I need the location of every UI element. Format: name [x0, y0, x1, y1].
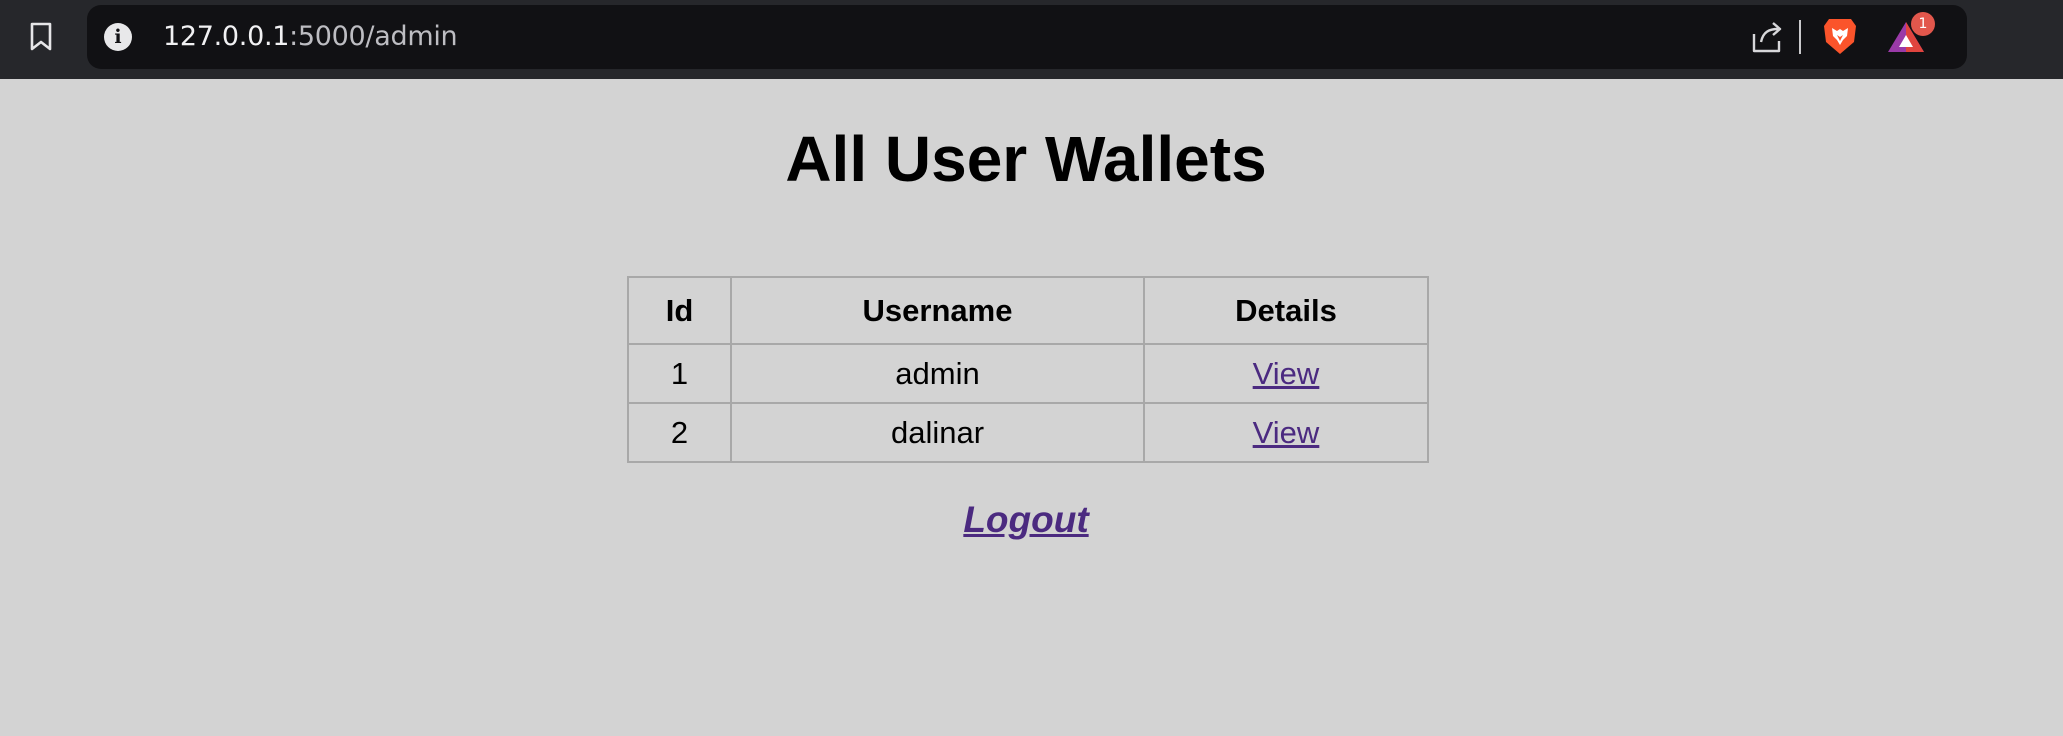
- table-header-row: Id Username Details: [627, 276, 1429, 345]
- header-id: Id: [627, 276, 732, 345]
- wallets-table: Id Username Details 1 admin View 2 dalin…: [627, 276, 1429, 463]
- logout-container: Logout: [0, 496, 2052, 544]
- cell-id: 2: [627, 402, 732, 463]
- table-row: 2 dalinar View: [627, 402, 1429, 463]
- view-details-link[interactable]: View: [1253, 356, 1320, 391]
- cell-details: View: [1143, 402, 1429, 463]
- header-details: Details: [1143, 276, 1429, 345]
- info-icon[interactable]: i: [104, 23, 132, 51]
- view-details-link[interactable]: View: [1253, 415, 1320, 450]
- cell-username: admin: [730, 343, 1145, 404]
- cell-id: 1: [627, 343, 732, 404]
- cell-details: View: [1143, 343, 1429, 404]
- url-host: 127.0.0.1: [163, 21, 290, 52]
- url-path: :5000/admin: [289, 21, 458, 52]
- cell-username: dalinar: [730, 402, 1145, 463]
- page-title: All User Wallets: [785, 123, 1267, 195]
- logout-link[interactable]: Logout: [963, 499, 1088, 540]
- header-username: Username: [730, 276, 1145, 345]
- toolbar-divider: [1799, 20, 1801, 54]
- table-row: 1 admin View: [627, 343, 1429, 404]
- bookmark-icon[interactable]: [22, 18, 60, 56]
- share-icon[interactable]: [1748, 18, 1786, 56]
- brave-lion-icon[interactable]: [1821, 16, 1859, 56]
- url-text[interactable]: 127.0.0.1:5000/admin: [163, 18, 458, 56]
- rewards-badge: 1: [1911, 12, 1935, 36]
- browser-toolbar: i 127.0.0.1:5000/admin 1: [0, 0, 2063, 79]
